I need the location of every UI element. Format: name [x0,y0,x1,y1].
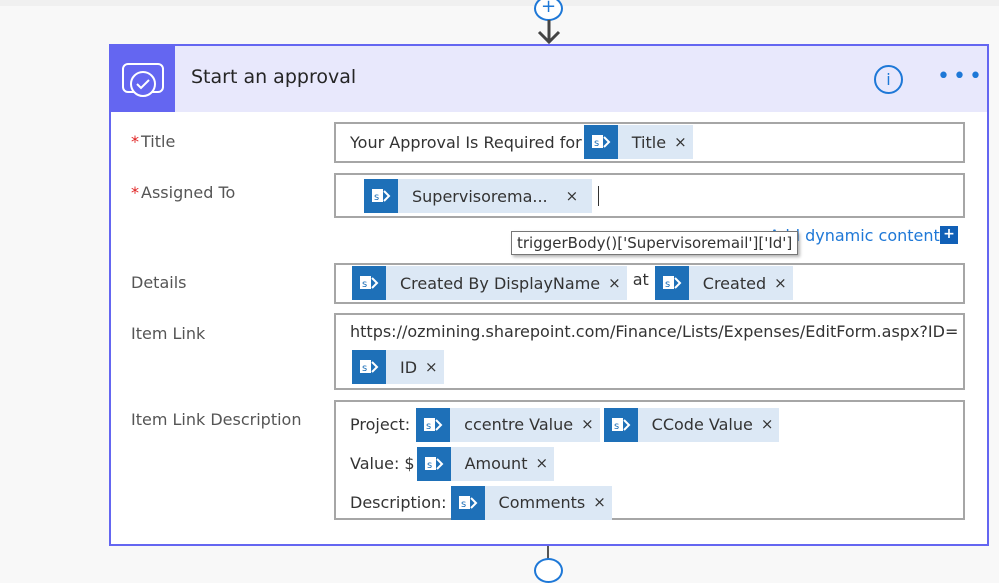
sharepoint-icon: s [352,350,386,384]
remove-token[interactable]: × [761,417,780,432]
item-link-description-label: Item Link Description [131,410,302,429]
details-label: Details [131,273,187,292]
sharepoint-icon: s [654,266,689,300]
svg-text:s: s [427,460,432,471]
sharepoint-icon: s [450,485,485,520]
add-dynamic-content-button[interactable]: + [940,226,958,244]
token-amount[interactable]: s Amount × [416,446,555,481]
details-field[interactable]: s Created By DisplayName × at s Created × [334,263,965,304]
arrow-down-icon [537,20,561,44]
start-approval-card: Start an approval i ••• * Title Your Appr… [109,44,989,546]
item-link-label: Item Link [131,324,206,343]
more-options-icon[interactable]: ••• [937,64,985,89]
svg-text:s: s [461,499,466,510]
sharepoint-icon: s [364,179,398,213]
token-ccode[interactable]: s CCode Value × [603,407,780,442]
title-label: * Title [131,132,176,151]
svg-text:s: s [426,421,431,432]
remove-token[interactable]: × [593,495,612,510]
svg-text:s: s [374,192,379,203]
token-comments[interactable]: s Comments × [450,485,612,520]
svg-text:s: s [665,279,670,290]
assigned-to-field[interactable]: s Supervisorema... × [334,173,965,218]
remove-token[interactable]: × [774,274,793,292]
svg-text:s: s [362,363,367,374]
svg-text:s: s [362,279,367,290]
add-next-step-button[interactable] [534,558,563,583]
svg-text:s: s [614,421,619,432]
token-created-by[interactable]: s Created By DisplayName × [352,266,627,300]
token-supervisoremail[interactable]: s Supervisorema... × [364,179,593,213]
remove-token[interactable]: × [425,358,444,376]
token-ccentre[interactable]: s ccentre Value × [416,407,600,442]
remove-token[interactable]: × [556,187,593,205]
info-icon[interactable]: i [874,65,903,94]
svg-text:s: s [594,138,599,149]
title-field[interactable]: Your Approval Is Required for s Title × [334,122,965,163]
sharepoint-icon: s [603,407,638,442]
token-id[interactable]: s ID × [352,350,444,384]
action-title: Start an approval [191,66,357,88]
item-link-field[interactable]: https://ozmining.sharepoint.com/Finance/… [334,313,965,390]
expression-tooltip: triggerBody()['Supervisoremail']['Id'] [511,231,799,255]
sharepoint-icon: s [583,125,618,159]
remove-token[interactable]: × [674,133,693,151]
card-header[interactable]: Start an approval i ••• [111,46,987,112]
add-step-button[interactable]: + [534,0,563,21]
top-bar [0,0,999,6]
token-title[interactable]: s Title × [583,125,693,159]
sharepoint-icon: s [352,266,386,300]
sharepoint-icon: s [416,446,451,481]
token-created[interactable]: s Created × [654,266,793,300]
remove-token[interactable]: × [535,456,554,471]
remove-token[interactable]: × [608,274,627,292]
item-link-description-field[interactable]: Project: s ccentre Value × s CCode Value × V… [334,400,965,520]
sharepoint-icon: s [416,407,451,442]
assigned-to-label: * Assigned To [131,183,236,202]
approval-icon [111,46,175,112]
remove-token[interactable]: × [581,417,600,432]
